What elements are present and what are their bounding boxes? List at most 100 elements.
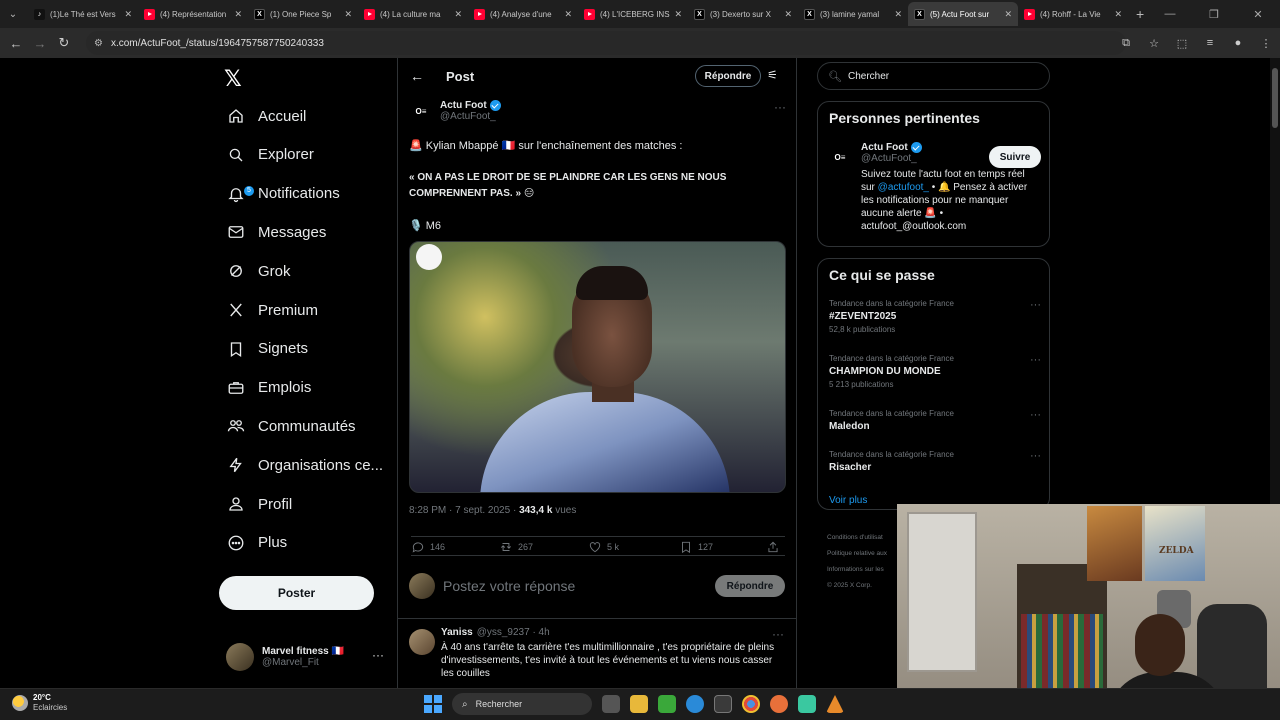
firefox-icon[interactable] xyxy=(770,695,788,713)
repost-action[interactable]: 267 xyxy=(499,540,533,554)
browser-tab[interactable]: (4) Rohff - La Vie ✕ xyxy=(1018,2,1128,26)
reply-action[interactable]: 146 xyxy=(411,540,445,554)
close-tab-icon[interactable]: ✕ xyxy=(234,9,242,20)
browser-tab[interactable]: (4) Représentation ✕ xyxy=(138,2,248,26)
nav-item-bell[interactable]: 5 Notifications xyxy=(226,179,340,209)
nvidia-icon[interactable] xyxy=(658,695,676,713)
share-action[interactable] xyxy=(766,540,785,554)
browser-tab[interactable]: (4) La culture ma ✕ xyxy=(358,2,468,26)
like-action[interactable]: 5 k xyxy=(588,540,619,554)
sliders-icon[interactable]: ⚟ xyxy=(767,68,778,82)
nav-item-briefcase[interactable]: Emplois xyxy=(226,373,311,403)
browser-tab[interactable]: X (3) Dexerto sur X ✕ xyxy=(688,2,798,26)
close-tab-icon[interactable]: ✕ xyxy=(784,9,792,20)
tab-search-menu-icon[interactable]: ⌄ xyxy=(2,3,24,25)
reply-item[interactable]: Yaniss @yss_9237 · 4h ··· À 40 ans t'arr… xyxy=(398,618,796,680)
post-image[interactable] xyxy=(409,241,786,493)
close-tab-icon[interactable]: ✕ xyxy=(454,9,462,20)
edge-icon[interactable] xyxy=(686,695,704,713)
post-time[interactable]: 8:28 PM · 7 sept. 2025 · xyxy=(409,505,519,516)
close-tab-icon[interactable]: ✕ xyxy=(564,9,572,20)
more-dots-icon[interactable]: ··· xyxy=(1030,450,1041,462)
url-field[interactable]: ⚙ x.com/ActuFoot_/status/196475758775024… xyxy=(86,31,1126,55)
windows-start-icon[interactable] xyxy=(424,695,442,713)
compose-reply-button[interactable]: Répondre xyxy=(715,575,785,597)
browser-tab[interactable]: ♪ (1)Le Thé est Vers ✕ xyxy=(28,2,138,26)
taskbar-search[interactable]: ⌕ Rechercher xyxy=(452,693,592,715)
nav-item-more-circle[interactable]: Plus xyxy=(226,528,287,558)
browser-menu-icon[interactable]: ⋮ xyxy=(1258,37,1274,50)
nav-item-lightning[interactable]: Organisations ce... xyxy=(226,450,383,480)
maximize-icon[interactable]: ❐ xyxy=(1192,8,1236,21)
trend-item[interactable]: Tendance dans la catégorie France Risache… xyxy=(829,450,1041,473)
nav-item-x-logo[interactable]: Premium xyxy=(226,295,318,325)
close-tab-icon[interactable]: ✕ xyxy=(894,9,902,20)
bookmark-action[interactable]: 127 xyxy=(679,540,713,554)
post-button[interactable]: Poster xyxy=(219,576,374,610)
reload-icon[interactable]: ↻ xyxy=(52,35,76,51)
chrome-icon[interactable] xyxy=(742,695,760,713)
follow-button[interactable]: Suivre xyxy=(989,146,1041,168)
scrollbar-thumb[interactable] xyxy=(1272,68,1278,128)
author-avatar[interactable]: O≡ xyxy=(410,100,432,122)
trend-item[interactable]: Tendance dans la catégorie France CHAMPIO… xyxy=(829,354,1041,389)
author-avatar[interactable]: O≡ xyxy=(829,146,851,168)
file-explorer-icon[interactable] xyxy=(630,695,648,713)
new-tab-icon[interactable]: + xyxy=(1136,6,1144,22)
store-icon[interactable] xyxy=(714,695,732,713)
footer-link[interactable]: Politique relative aux xyxy=(827,546,887,562)
close-tab-icon[interactable]: ✕ xyxy=(1004,9,1012,20)
see-more-link[interactable]: Voir plus xyxy=(829,495,867,506)
nav-item-home[interactable]: Accueil xyxy=(226,101,306,131)
browser-tab[interactable]: X (3) lamine yamal ✕ xyxy=(798,2,908,26)
reading-list-icon[interactable]: ≡ xyxy=(1202,37,1218,49)
more-dots-icon[interactable]: ··· xyxy=(772,627,784,641)
search-input[interactable]: 🔍︎ Chercher xyxy=(817,62,1050,90)
bookmark-star-icon[interactable]: ☆ xyxy=(1146,37,1162,50)
trend-item[interactable]: Tendance dans la catégorie France Maledon… xyxy=(829,409,1041,432)
avatar[interactable] xyxy=(409,629,435,655)
install-app-icon[interactable]: ⧉ xyxy=(1118,37,1134,50)
nav-item-bookmark[interactable]: Signets xyxy=(226,334,308,364)
footer-link[interactable]: Conditions d'utilisat xyxy=(827,530,887,546)
reply-input[interactable]: Postez votre réponse xyxy=(443,578,575,594)
browser-tab[interactable]: X (1) One Piece Sp ✕ xyxy=(248,2,358,26)
forward-arrow-icon[interactable]: → xyxy=(28,36,52,51)
nav-item-grok[interactable]: Grok xyxy=(226,256,291,286)
task-view-icon[interactable] xyxy=(602,695,620,713)
relevant-person[interactable]: O≡ Actu Foot @ActuFoot_ Suivez toute l'a… xyxy=(829,142,1041,233)
more-dots-icon[interactable]: ··· xyxy=(1030,354,1041,366)
site-info-icon[interactable]: ⚙ xyxy=(94,38,103,49)
nav-item-people[interactable]: Communautés xyxy=(226,411,356,441)
weather-widget[interactable]: 20°C Eclaircies xyxy=(12,693,67,713)
browser-tab[interactable]: X (5) Actu Foot sur ✕ xyxy=(908,2,1018,26)
discord-like-icon[interactable] xyxy=(798,695,816,713)
footer-link[interactable]: Informations sur les xyxy=(827,562,887,578)
back-arrow-icon[interactable]: ← xyxy=(4,36,28,51)
nav-item-search[interactable]: Explorer xyxy=(226,140,314,170)
minimize-icon[interactable]: — xyxy=(1148,8,1192,20)
account-switcher[interactable]: Marvel fitness 🇫🇷 @Marvel_Fit ··· xyxy=(226,640,386,674)
close-tab-icon[interactable]: ✕ xyxy=(1114,9,1122,20)
author-handle[interactable]: @ActuFoot_ xyxy=(440,111,501,122)
vlc-icon[interactable] xyxy=(826,695,844,713)
profile-icon[interactable]: ● xyxy=(1230,37,1246,49)
x-logo-icon[interactable]: 𝕏 xyxy=(224,66,248,91)
nav-item-person[interactable]: Profil xyxy=(226,489,292,519)
nav-item-mail[interactable]: Messages xyxy=(226,217,326,247)
more-dots-icon[interactable]: ··· xyxy=(774,100,786,114)
more-dots-icon[interactable]: ··· xyxy=(372,648,384,662)
reply-author-name[interactable]: Yaniss xyxy=(441,627,473,638)
bio-link[interactable]: @actufoot_ xyxy=(878,182,929,193)
browser-tab[interactable]: (4) L'ICEBERG INS ✕ xyxy=(578,2,688,26)
more-dots-icon[interactable]: ··· xyxy=(1030,299,1041,311)
author-name[interactable]: Actu Foot xyxy=(440,100,501,111)
close-tab-icon[interactable]: ✕ xyxy=(124,9,132,20)
back-arrow-icon[interactable]: ← xyxy=(410,68,424,84)
extensions-icon[interactable]: ⬚ xyxy=(1174,37,1190,50)
close-tab-icon[interactable]: ✕ xyxy=(674,9,682,20)
reply-button[interactable]: Répondre xyxy=(695,65,761,87)
browser-tab[interactable]: (4) Analyse d'une ✕ xyxy=(468,2,578,26)
trend-item[interactable]: Tendance dans la catégorie France #ZEVENT… xyxy=(829,299,1041,334)
close-window-icon[interactable]: ✕ xyxy=(1236,8,1280,21)
